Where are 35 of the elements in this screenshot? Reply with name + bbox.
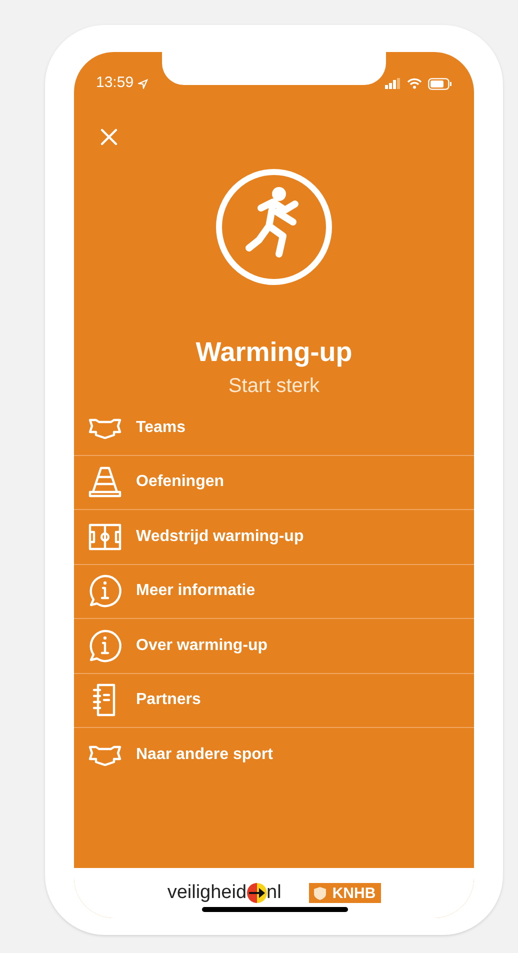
close-button[interactable] — [98, 126, 120, 148]
battery-icon — [428, 78, 452, 90]
logo-text: KNHB — [332, 886, 376, 900]
menu-item[interactable]: Meer informatie — [74, 564, 474, 619]
info-bubble-icon — [88, 574, 122, 608]
page-title: Warming-up — [196, 336, 352, 368]
menu-item[interactable]: Oefeningen — [74, 456, 474, 510]
status-time: 13:59 — [96, 73, 134, 94]
menu-label: Wedstrijd warming-up — [136, 526, 304, 547]
signal-icon — [385, 78, 401, 89]
menu-label: Over warming-up — [136, 636, 268, 656]
menu-item[interactable]: Wedstrijd warming-up — [74, 510, 474, 564]
menu-item[interactable]: Partners — [74, 674, 474, 728]
arrow-circle-logo-icon — [246, 883, 267, 903]
cone-icon — [88, 465, 122, 500]
jersey-icon — [88, 744, 122, 766]
menu-item[interactable]: Over warming-up — [74, 619, 474, 674]
field-icon — [88, 522, 122, 551]
menu-label: Partners — [136, 690, 201, 710]
menu-label: Meer informatie — [136, 581, 256, 602]
running-figure-icon — [215, 168, 333, 286]
menu-label: Teams — [136, 418, 186, 438]
page-subtitle: Start sterk — [228, 374, 320, 398]
wifi-icon — [407, 78, 422, 89]
jersey-icon — [88, 416, 122, 439]
location-arrow-icon — [138, 78, 148, 88]
close-icon — [100, 128, 118, 146]
logo-text: nl — [266, 880, 282, 905]
shield-icon — [314, 886, 326, 900]
menu-item[interactable]: Naar andere sport — [74, 728, 474, 782]
info-bubble-icon — [88, 628, 122, 663]
logo-text: veiligheid — [167, 880, 247, 905]
menu-label: Oefeningen — [136, 472, 224, 492]
menu-label: Naar andere sport — [136, 745, 273, 766]
menu-item[interactable]: Teams — [74, 401, 474, 456]
